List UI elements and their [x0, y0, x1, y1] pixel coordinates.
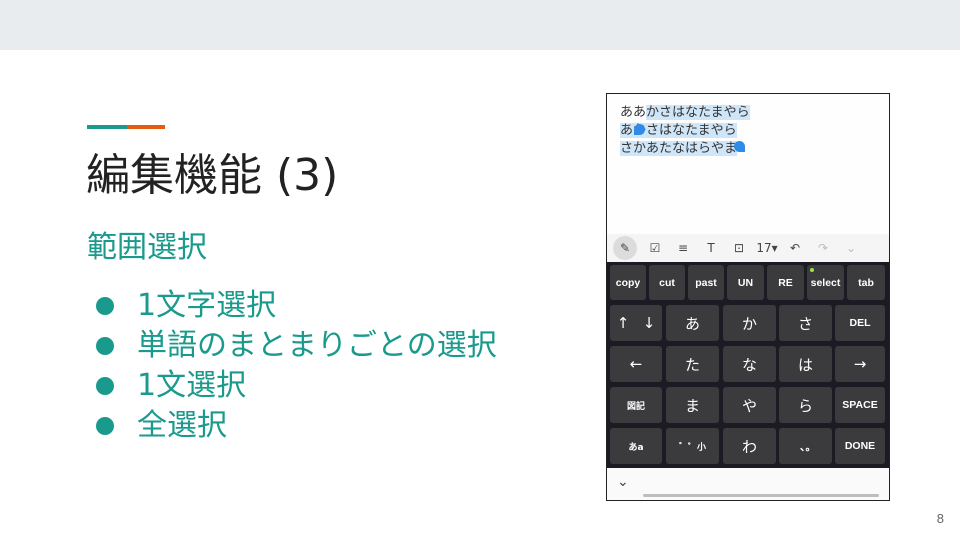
text-line-1: ああかさはなたまやら: [620, 104, 750, 122]
nav-pill: [643, 494, 723, 497]
paste-key[interactable]: past: [688, 265, 724, 300]
kana-ha-key[interactable]: は: [779, 346, 832, 382]
top-banner: [0, 0, 960, 50]
pen-icon[interactable]: ✎: [613, 236, 637, 260]
bullet-dot-icon: [96, 417, 114, 435]
kana-sa-key[interactable]: さ: [779, 305, 832, 341]
kana-na-key[interactable]: な: [723, 346, 776, 382]
dakuten-small-key[interactable]: ゛゜小: [666, 428, 719, 464]
slide-title: 編集機能 (3): [86, 150, 339, 201]
input-mode-key[interactable]: あa: [610, 428, 662, 464]
accent-bar-teal: [87, 125, 127, 129]
bullet-item: 単語のまとまりごとの選択: [94, 326, 497, 366]
editor-toolbar: ✎ ☑ ≡ T ⊡ 17▾ ↶ ↷ ⌄: [607, 234, 889, 262]
bullet-text: 1文選択: [137, 368, 247, 403]
phone-screenshot: ああかさはなたまやら あかさはなたまやら さかあたなはらやま ✎ ☑ ≡ T ⊡…: [606, 93, 890, 501]
bullet-item: 1文選択: [94, 366, 497, 406]
down-arrow-icon[interactable]: ↓: [643, 314, 656, 332]
kana-wa-key[interactable]: わ: [723, 428, 776, 464]
accent-bar-orange: [127, 125, 165, 129]
text-format-icon[interactable]: ≡: [669, 241, 697, 255]
nav-pill: [721, 494, 801, 497]
kana-ma-key[interactable]: ま: [666, 387, 719, 423]
undo-icon[interactable]: ↶: [781, 241, 809, 255]
text-style-icon[interactable]: T: [697, 241, 725, 255]
cut-key[interactable]: cut: [649, 265, 685, 300]
redo-key[interactable]: RE: [767, 265, 804, 300]
android-nav-bar: ⌄: [607, 468, 889, 500]
bullet-text: 全選択: [137, 408, 227, 443]
up-arrow-icon[interactable]: ↑: [617, 314, 630, 332]
tab-key[interactable]: tab: [847, 265, 885, 300]
keyboard: copy cut past UN RE select tab ↑ ↓ あ か さ …: [607, 262, 889, 468]
kana-a-key[interactable]: あ: [666, 305, 719, 341]
bullet-item: 全選択: [94, 406, 497, 446]
space-key[interactable]: SPACE: [835, 387, 885, 423]
bullet-dot-icon: [96, 297, 114, 315]
selection-end-handle-icon[interactable]: [734, 141, 745, 152]
kana-ra-key[interactable]: ら: [779, 387, 832, 423]
bullet-text: 単語のまとまりごとの選択: [137, 328, 497, 363]
done-key[interactable]: DONE: [835, 428, 885, 464]
text-line-3: さかあたなはらやま: [620, 140, 738, 158]
redo-icon[interactable]: ↷: [809, 241, 837, 255]
nav-pill: [799, 494, 879, 497]
selected-text: かさはなたまやら: [646, 105, 750, 120]
cursor-up-down-key[interactable]: ↑ ↓: [610, 305, 662, 341]
bullet-text: 1文字選択: [137, 288, 277, 323]
bullet-item: 1文字選択: [94, 286, 497, 326]
text-box-icon[interactable]: ⊡: [725, 241, 753, 255]
slide-subtitle: 範囲選択: [87, 230, 207, 265]
kana-ya-key[interactable]: や: [723, 387, 776, 423]
punctuation-key[interactable]: ､｡: [779, 428, 832, 464]
copy-key[interactable]: copy: [610, 265, 646, 300]
page-number: 8: [936, 511, 944, 526]
checkbox-icon[interactable]: ☑: [641, 241, 669, 255]
chevron-down-icon[interactable]: ⌄: [617, 474, 629, 490]
bullet-dot-icon: [96, 377, 114, 395]
symbol-key[interactable]: 図記: [610, 387, 662, 423]
select-key[interactable]: select: [807, 265, 844, 300]
active-indicator-icon: [810, 268, 814, 272]
font-size-dropdown[interactable]: 17▾: [753, 241, 781, 255]
cursor-left-key[interactable]: ←: [610, 346, 662, 382]
kana-ta-key[interactable]: た: [666, 346, 719, 382]
selection-start-handle-icon[interactable]: [634, 124, 645, 135]
undo-key[interactable]: UN: [727, 265, 764, 300]
bullet-list: 1文字選択 単語のまとまりごとの選択 1文選択 全選択: [94, 286, 497, 446]
selected-text: さかあたなはらやま: [620, 141, 738, 156]
select-key-label: select: [810, 276, 841, 289]
bullet-dot-icon: [96, 337, 114, 355]
cursor-right-key[interactable]: →: [835, 346, 885, 382]
plain-text: ああ: [620, 105, 647, 120]
delete-key[interactable]: DEL: [835, 305, 885, 341]
kana-ka-key[interactable]: か: [723, 305, 776, 341]
text-editor-area[interactable]: ああかさはなたまやら あかさはなたまやら さかあたなはらやま: [607, 94, 889, 234]
selected-text: さはなたまやら: [646, 123, 737, 138]
more-icon[interactable]: ⌄: [837, 241, 865, 255]
